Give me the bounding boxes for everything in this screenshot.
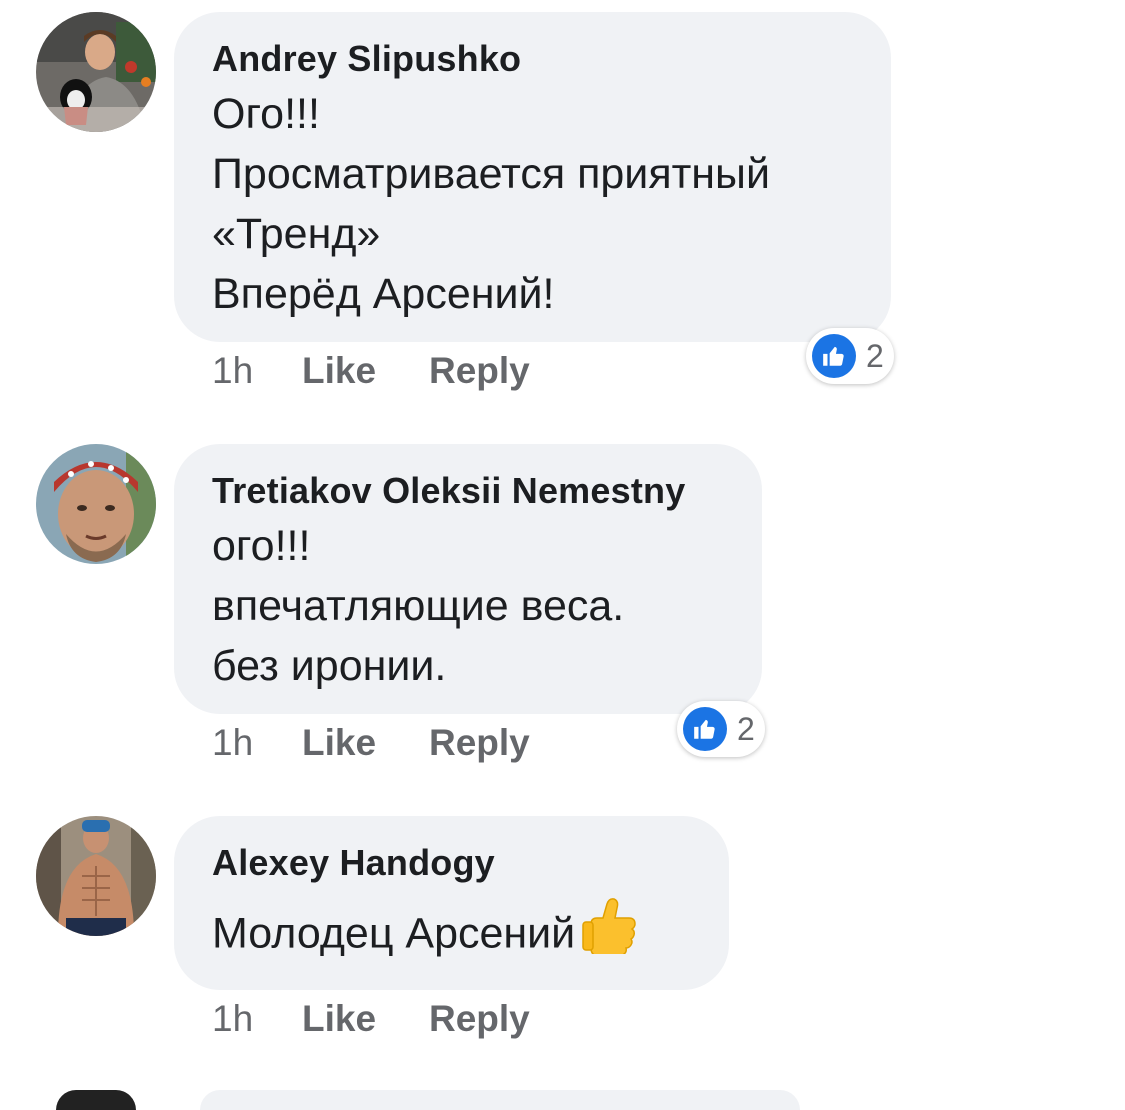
thumbs-up-emoji-icon: [577, 894, 637, 970]
comment-author-name[interactable]: Andrey Slipushko: [212, 38, 853, 80]
comment-text-line: Просматривается приятный: [212, 150, 770, 198]
like-reaction-icon: [683, 707, 727, 751]
avatar-photo-icon: [36, 816, 156, 936]
avatar-photo-icon: [36, 12, 156, 132]
reaction-summary[interactable]: 2: [677, 701, 765, 757]
reply-button[interactable]: Reply: [429, 350, 530, 392]
comment-timestamp[interactable]: 1h: [212, 350, 302, 392]
comment-bubble: Andrey Slipushko Ого!!! Просматривается …: [174, 12, 891, 342]
next-comment-avatar-partial: [56, 1090, 136, 1110]
comment-timestamp[interactable]: 1h: [212, 722, 302, 764]
avatar[interactable]: [36, 816, 156, 936]
reaction-count: 2: [866, 337, 884, 374]
reply-button[interactable]: Reply: [429, 722, 530, 764]
reply-button[interactable]: Reply: [429, 998, 530, 1040]
comment-text-line: впечатляющие веса.: [212, 582, 625, 630]
reaction-count: 2: [737, 710, 755, 747]
avatar[interactable]: [36, 444, 156, 564]
comment-text-line: Ого!!!: [212, 90, 320, 138]
like-button[interactable]: Like: [302, 722, 429, 764]
comment-bubble: Alexey Handogy Молодец Арсений: [174, 816, 729, 990]
comment-bubble: Tretiakov Oleksii Nemestny ого!!! впечат…: [174, 444, 762, 714]
comment-author-name[interactable]: Alexey Handogy: [212, 842, 691, 884]
comment-text-line: «Тренд»: [212, 210, 381, 258]
comment-actions: 1h Like Reply: [212, 722, 530, 764]
avatar-photo-icon: [36, 444, 156, 564]
like-reaction-icon: [812, 334, 856, 378]
comment-timestamp[interactable]: 1h: [212, 998, 302, 1040]
reaction-summary[interactable]: 2: [806, 328, 894, 384]
avatar[interactable]: [36, 12, 156, 132]
like-button[interactable]: Like: [302, 998, 429, 1040]
comment-text-line: Вперёд Арсений!: [212, 270, 555, 318]
comment-text-line: ого!!!: [212, 522, 311, 570]
next-comment-bubble-partial: [200, 1090, 800, 1110]
comment-actions: 1h Like Reply: [212, 998, 530, 1040]
comment-actions: 1h Like Reply: [212, 350, 530, 392]
comment-text: Молодец Арсений: [212, 909, 576, 958]
like-button[interactable]: Like: [302, 350, 429, 392]
comment-author-name[interactable]: Tretiakov Oleksii Nemestny: [212, 470, 724, 512]
comment-text-line: без иронии.: [212, 642, 447, 690]
comment-text-line: Молодец Арсений: [212, 898, 691, 974]
